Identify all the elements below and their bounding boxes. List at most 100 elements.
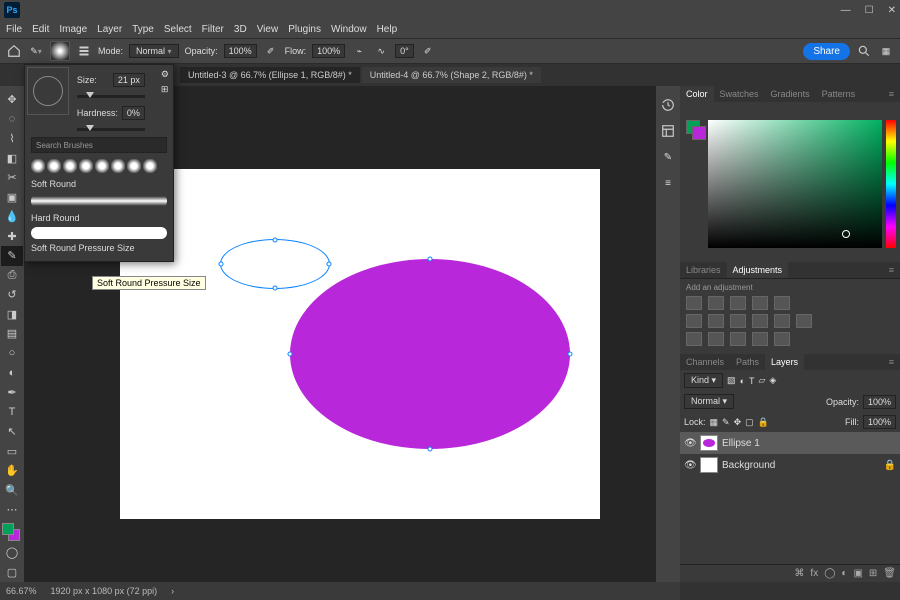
adj-photo-filter[interactable] — [752, 314, 768, 328]
adj-bw[interactable] — [730, 314, 746, 328]
brush-settings-icon[interactable] — [76, 43, 92, 59]
tab-color[interactable]: Color — [680, 86, 714, 102]
adj-threshold[interactable] — [730, 332, 746, 346]
layer-thumb[interactable] — [700, 457, 718, 473]
ellipse-large-shape[interactable] — [290, 259, 570, 449]
zoom-level[interactable]: 66.67% — [6, 586, 37, 596]
link-layers-icon[interactable]: ⌘ — [794, 568, 804, 579]
brush-thumb[interactable] — [111, 159, 125, 173]
properties-panel-icon[interactable] — [659, 122, 677, 140]
visibility-toggle[interactable]: 👁 — [684, 438, 696, 449]
brush-search-input[interactable]: Search Brushes — [31, 137, 167, 153]
doc-tab-2[interactable]: Untitled-4 @ 66.7% (Shape 2, RGB/8#) * — [362, 67, 541, 83]
menu-view[interactable]: View — [257, 24, 279, 35]
brush-size-input[interactable]: 21 px — [113, 73, 145, 87]
stamp-tool[interactable]: ⎙ — [1, 266, 23, 286]
large-handle-right[interactable] — [568, 352, 573, 357]
history-brush-tool[interactable]: ↺ — [1, 285, 23, 305]
new-preset-icon[interactable]: ⊞ — [161, 84, 169, 95]
brush-preset-soft-round[interactable]: Soft Round — [25, 177, 173, 191]
blend-mode-select[interactable]: Normal ▾ — [684, 394, 734, 409]
popover-settings-icon[interactable]: ⚙ — [161, 69, 169, 80]
tab-adjustments[interactable]: Adjustments — [727, 262, 789, 278]
adj-balance[interactable] — [708, 314, 724, 328]
color-picker-cursor[interactable] — [842, 230, 850, 238]
brush-preset-soft-round-pressure[interactable]: Soft Round Pressure Size — [25, 241, 173, 255]
minimize-button[interactable]: — — [841, 5, 851, 16]
quick-mask-toggle[interactable]: ◯ — [1, 543, 23, 563]
brush-hardness-slider[interactable] — [77, 128, 145, 131]
search-icon[interactable] — [856, 43, 872, 59]
adj-channel-mixer[interactable] — [774, 314, 790, 328]
menu-3d[interactable]: 3D — [234, 24, 247, 35]
large-handle-left[interactable] — [288, 352, 293, 357]
blend-mode-select[interactable]: Normal ▾ — [129, 44, 179, 58]
flow-input[interactable]: 100% — [312, 44, 345, 58]
panel-menu-icon[interactable]: ≡ — [883, 354, 900, 370]
selection-tool[interactable]: ◧ — [1, 149, 23, 169]
path-handle-top[interactable] — [273, 238, 278, 243]
opacity-input[interactable]: 100% — [224, 44, 257, 58]
pen-tool[interactable]: ✒ — [1, 383, 23, 403]
path-handle-left[interactable] — [219, 262, 224, 267]
adj-selective[interactable] — [774, 332, 790, 346]
adj-vibrance[interactable] — [774, 296, 790, 310]
brush-preset-hard-round[interactable]: Hard Round — [25, 211, 173, 225]
hand-tool[interactable]: ✋ — [1, 461, 23, 481]
marquee-tool[interactable]: ◌ — [1, 110, 23, 130]
adj-levels[interactable] — [708, 296, 724, 310]
color-swatch-pair[interactable] — [686, 120, 706, 140]
delete-layer-icon[interactable]: 🗑 — [883, 568, 896, 579]
adj-curves[interactable] — [730, 296, 746, 310]
mask-icon[interactable]: ◯ — [824, 568, 835, 579]
panel-menu-icon[interactable]: ≡ — [883, 262, 900, 278]
shape-tool[interactable]: ▭ — [1, 441, 23, 461]
maximize-button[interactable]: ☐ — [865, 5, 874, 16]
group-icon[interactable]: ▣ — [853, 568, 862, 579]
tab-layers[interactable]: Layers — [765, 354, 804, 370]
document-canvas[interactable] — [120, 169, 600, 519]
history-panel-icon[interactable] — [659, 96, 677, 114]
brush-thumb[interactable] — [95, 159, 109, 173]
status-chevron-icon[interactable]: › — [171, 586, 174, 596]
smoothing-icon[interactable]: ∿ — [373, 43, 389, 59]
layer-name[interactable]: Ellipse 1 — [722, 438, 760, 449]
layer-thumb[interactable] — [700, 435, 718, 451]
menu-select[interactable]: Select — [164, 24, 192, 35]
panel-menu-icon[interactable]: ≡ — [883, 86, 900, 102]
adj-lookup[interactable] — [796, 314, 812, 328]
lasso-tool[interactable]: ⌇ — [1, 129, 23, 149]
blur-tool[interactable]: ○ — [1, 344, 23, 364]
bg-swatch[interactable] — [692, 126, 706, 140]
menu-help[interactable]: Help — [377, 24, 398, 35]
menu-window[interactable]: Window — [331, 24, 367, 35]
dodge-tool[interactable]: ◐ — [1, 363, 23, 383]
heal-tool[interactable]: ✚ — [1, 227, 23, 247]
tab-channels[interactable]: Channels — [680, 354, 730, 370]
path-tool[interactable]: ↖ — [1, 422, 23, 442]
new-layer-icon[interactable]: ⊞ — [869, 568, 877, 579]
home-icon[interactable] — [6, 43, 22, 59]
hue-slider[interactable] — [886, 120, 896, 248]
brush-hardness-input[interactable]: 0% — [122, 106, 145, 120]
workspace-icon[interactable]: ▦ — [878, 43, 894, 59]
menu-plugins[interactable]: Plugins — [288, 24, 321, 35]
ellipse-small-path[interactable] — [220, 239, 330, 289]
pressure-opacity-icon[interactable]: ✐ — [263, 43, 279, 59]
angle-input[interactable]: 0° — [395, 44, 414, 58]
large-handle-bottom[interactable] — [428, 447, 433, 452]
fx-icon[interactable]: fx — [810, 568, 818, 579]
menu-edit[interactable]: Edit — [32, 24, 49, 35]
crop-tool[interactable]: ✂ — [1, 168, 23, 188]
visibility-toggle[interactable]: 👁 — [684, 460, 696, 471]
path-handle-right[interactable] — [327, 262, 332, 267]
share-button[interactable]: Share — [803, 43, 850, 60]
tab-paths[interactable]: Paths — [730, 354, 765, 370]
brush-size-slider[interactable] — [77, 95, 145, 98]
layer-name[interactable]: Background — [722, 460, 775, 471]
eyedropper-tool[interactable]: 💧 — [1, 207, 23, 227]
filter-pixel-icon[interactable]: ▧ — [727, 375, 736, 386]
screen-mode-toggle[interactable]: ▢ — [1, 562, 23, 582]
move-tool[interactable]: ✥ — [1, 90, 23, 110]
menu-filter[interactable]: Filter — [202, 24, 224, 35]
